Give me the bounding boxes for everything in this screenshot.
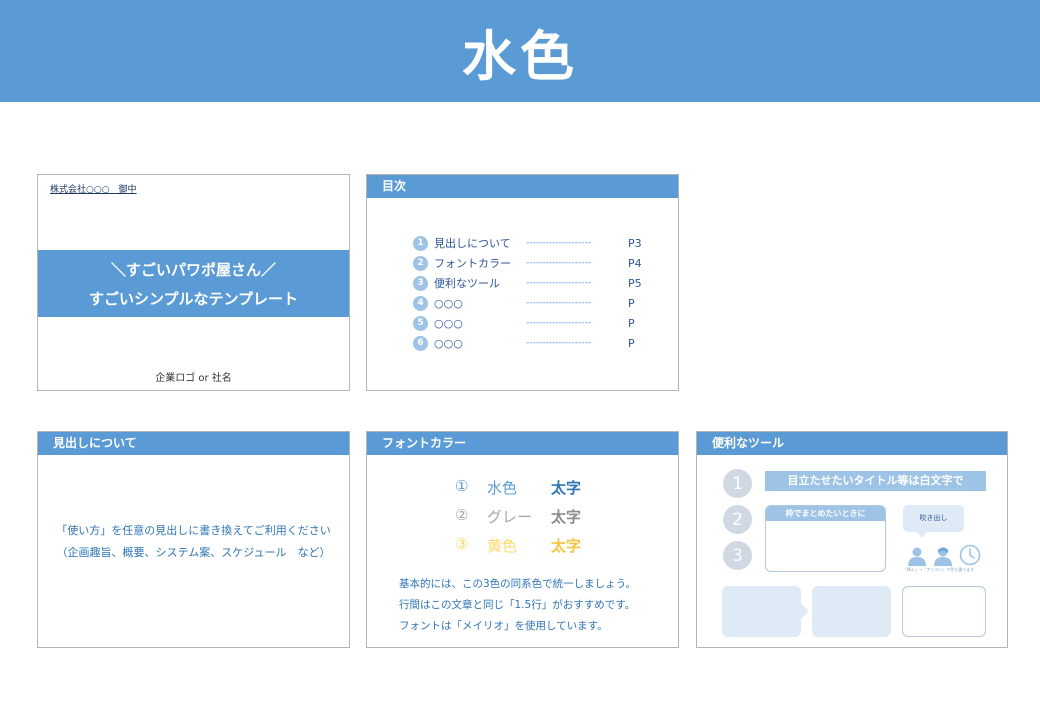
- toc-leader: --------------------: [526, 258, 591, 268]
- slide-thumbnail-toc[interactable]: 目次 1 見出しについて -------------------- P3 2 フ…: [366, 174, 679, 391]
- toc-number-badge: 5: [413, 315, 428, 331]
- toc-number-badge: 2: [413, 255, 428, 271]
- toc-label: ○○○: [434, 296, 463, 310]
- person-icon: [934, 547, 952, 566]
- slide-body-text: 「使い方」を任意の見出しに書き換えてご利用ください （企画趣旨、概要、システム案…: [38, 520, 349, 564]
- slide-thumbnail-tools[interactable]: 便利なツール 1 2 3 目立たせたいタイトル等は白文字で 枠でまとめたいときに…: [696, 431, 1008, 648]
- toc-item: 6 ○○○ -------------------- P: [413, 333, 642, 353]
- company-logo-placeholder: 企業ロゴ or 社名: [155, 373, 232, 384]
- outline-box-sample: [902, 586, 986, 637]
- toc-item: 4 ○○○ -------------------- P: [413, 293, 642, 313]
- toc-number-badge: 4: [413, 295, 428, 311]
- number-circle: 3: [723, 541, 752, 570]
- slide-thumbnail-heading[interactable]: 見出しについて 「使い方」を任意の見出しに書き換えてご利用ください （企画趣旨、…: [37, 431, 350, 648]
- toc-item: 2 フォントカラー -------------------- P4: [413, 253, 642, 273]
- slide-thumbnail-cover[interactable]: 株式会社○○○ 御中 ＼すごいパワポ屋さん／ すごいシンプルなテンプレート 企業…: [37, 174, 350, 391]
- bold-sample: 太字: [551, 508, 582, 526]
- icon-samples: [907, 544, 981, 566]
- large-bubble-sample: [722, 586, 801, 637]
- toc-leader: --------------------: [526, 278, 591, 288]
- slide-header: 目次: [367, 175, 678, 198]
- slide-thumbnail-font-color[interactable]: フォントカラー ① 水色 太字 ② グレー 太字 ③ 黄色 太字 基本的には、こ…: [366, 431, 679, 648]
- cover-title-line1: ＼すごいパワポ屋さん／: [110, 260, 276, 279]
- font-note: 基本的には、この3色の同系色で統一しましょう。 行間はこの文章と同じ「1.5行」…: [399, 574, 636, 637]
- font-color-row-blue: ① 水色 太字: [455, 477, 581, 498]
- toc-number-badge: 6: [413, 335, 428, 351]
- number-circle: 1: [723, 469, 752, 498]
- color-name: グレー: [487, 508, 533, 526]
- filled-box-sample: [812, 586, 891, 637]
- toc-label: フォントカラー: [434, 257, 511, 270]
- toc-page: P3: [628, 236, 642, 250]
- toc-page: P: [628, 316, 635, 330]
- slide-header: 便利なツール: [697, 432, 1007, 455]
- toc-list: 1 見出しについて -------------------- P3 2 フォント…: [413, 233, 642, 353]
- page-banner: 水色: [0, 0, 1040, 102]
- font-color-row-yellow: ③ 黄色 太字: [455, 535, 581, 556]
- speech-bubble-tail: [917, 532, 927, 538]
- row-number: ②: [455, 506, 469, 524]
- color-name: 黄色: [487, 537, 518, 555]
- cover-title-band: ＼すごいパワポ屋さん／ すごいシンプルなテンプレート: [38, 250, 349, 317]
- toc-number-badge: 1: [413, 235, 428, 251]
- toc-item: 3 便利なツール -------------------- P5: [413, 273, 642, 293]
- toc-page: P: [628, 336, 635, 350]
- toc-leader: --------------------: [526, 338, 591, 348]
- color-name: 水色: [487, 479, 518, 497]
- toc-label: 見出しについて: [434, 237, 511, 250]
- toc-leader: --------------------: [526, 238, 591, 248]
- slide-header: フォントカラー: [367, 432, 678, 455]
- row-number: ③: [455, 535, 469, 553]
- bold-sample: 太字: [551, 537, 582, 555]
- number-circle: 2: [723, 505, 752, 534]
- body-line: （企画趣旨、概要、システム案、スケジュール など）: [56, 546, 331, 559]
- speech-bubble-sample: 吹き出し: [903, 505, 964, 532]
- large-bubble-tail: [800, 602, 809, 620]
- toc-leader: --------------------: [526, 318, 591, 328]
- page-title: 水色: [462, 24, 578, 88]
- note-line: フォントは「メイリオ」を使用しています。: [399, 620, 608, 632]
- toc-label: 便利なツール: [434, 277, 500, 290]
- frame-sample: 枠でまとめたいときに: [765, 505, 886, 572]
- toc-label: ○○○: [434, 316, 463, 330]
- toc-item: 5 ○○○ -------------------- P: [413, 313, 642, 333]
- person-icon: [908, 547, 926, 566]
- note-line: 行間はこの文章と同じ「1.5行」がおすすめです。: [399, 599, 636, 611]
- row-number: ①: [455, 477, 469, 495]
- bold-sample: 太字: [551, 479, 582, 497]
- client-name: 株式会社○○○ 御中: [50, 185, 137, 195]
- toc-page: P5: [628, 276, 642, 290]
- icon-caption: 「挿入」→「アイコン」で色々選べます: [903, 567, 975, 572]
- title-box-sample: 目立たせたいタイトル等は白文字で: [765, 471, 986, 491]
- toc-label: ○○○: [434, 336, 463, 350]
- toc-page: P4: [628, 256, 642, 270]
- toc-page: P: [628, 296, 635, 310]
- note-line: 基本的には、この3色の同系色で統一しましょう。: [399, 578, 637, 590]
- toc-leader: --------------------: [526, 298, 591, 308]
- font-color-row-gray: ② グレー 太字: [455, 506, 581, 527]
- frame-title: 枠でまとめたいときに: [766, 506, 885, 521]
- slide-header: 見出しについて: [38, 432, 349, 455]
- toc-item: 1 見出しについて -------------------- P3: [413, 233, 642, 253]
- body-line: 「使い方」を任意の見出しに書き換えてご利用ください: [56, 524, 331, 537]
- toc-number-badge: 3: [413, 275, 428, 291]
- cover-title-line2: すごいシンプルなテンプレート: [88, 289, 299, 308]
- clock-icon: [959, 544, 981, 566]
